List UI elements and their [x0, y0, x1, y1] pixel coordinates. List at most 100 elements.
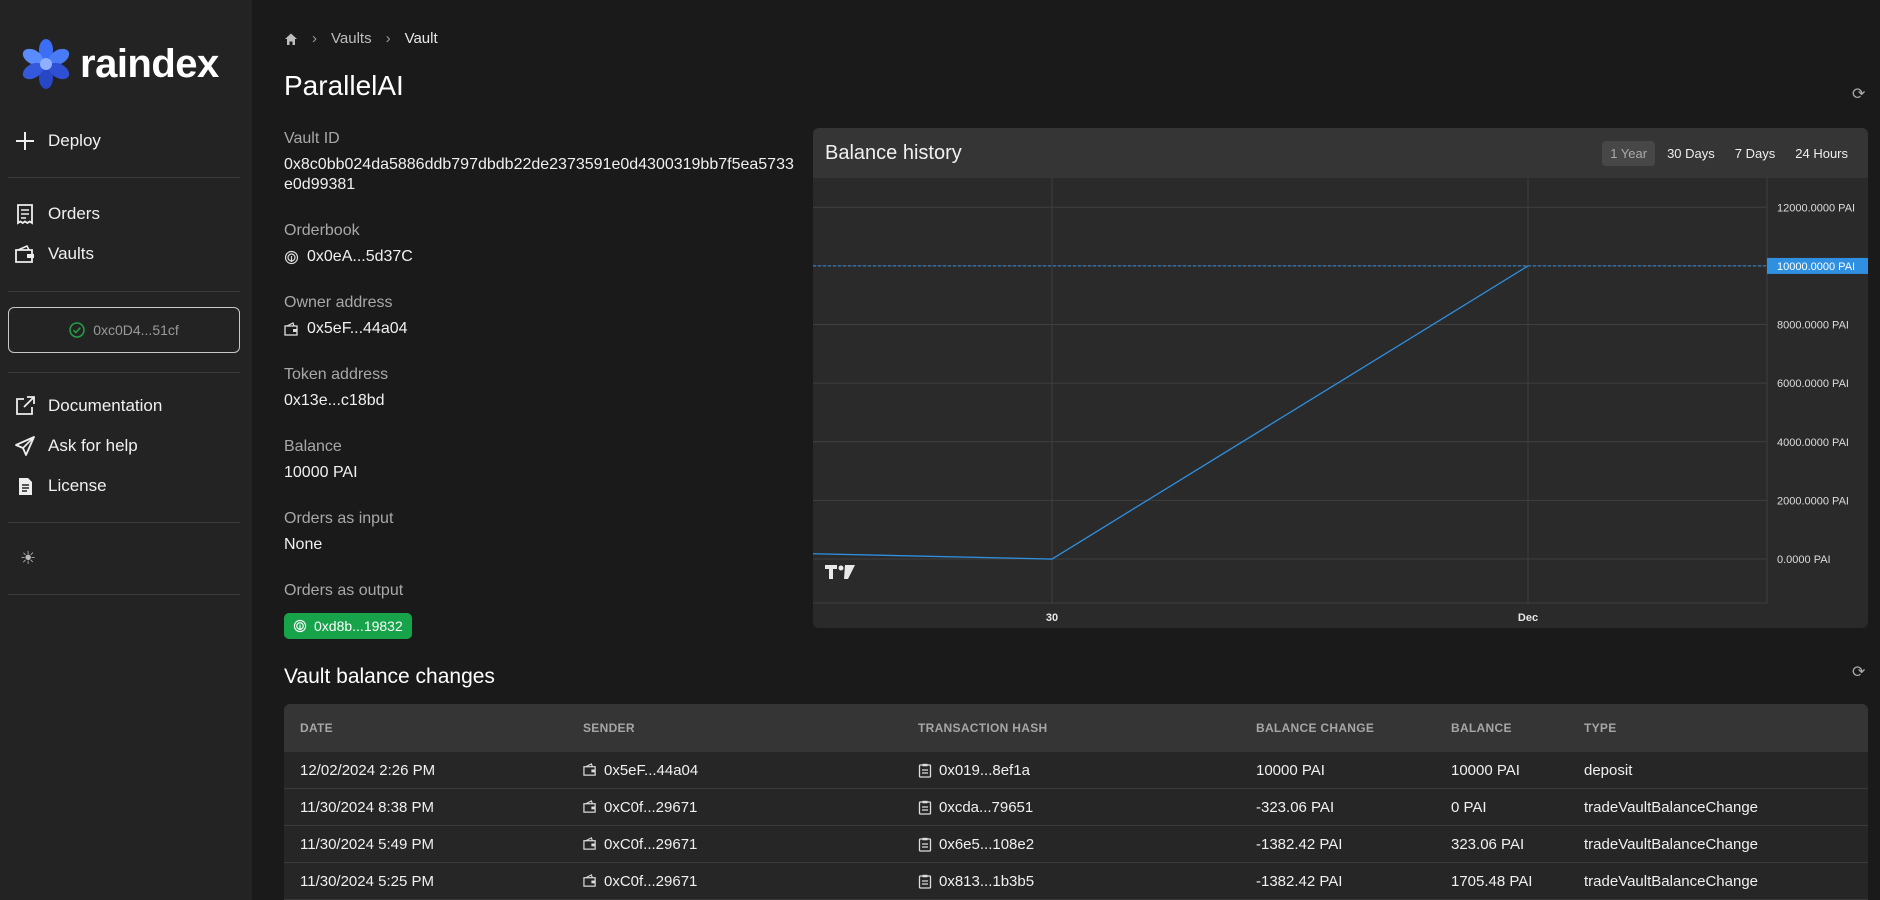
document-icon	[19, 478, 32, 495]
range-30-days[interactable]: 30 Days	[1659, 141, 1723, 166]
home-icon[interactable]	[284, 32, 298, 46]
chart-plot[interactable]: 12000.0000 PAI 8000.0000 PAI 6000.0000 PAI…	[813, 178, 1868, 628]
cell-balance-change: -323.06 PAI	[1246, 799, 1441, 816]
range-7-days[interactable]: 7 Days	[1727, 141, 1783, 166]
breadcrumb-current: Vault	[404, 30, 438, 47]
cell-balance-change-text: -323.06 PAI	[1256, 798, 1335, 816]
cell-hash-text: 0x019...8ef1a	[939, 761, 1030, 779]
order-output-badge[interactable]: 0xd8b...19832	[284, 613, 412, 639]
y-tick-label: 4000.0000 PAI	[1777, 437, 1849, 449]
sidebar-item-help[interactable]: Ask for help	[14, 432, 138, 460]
clipboard-icon	[918, 763, 932, 778]
table-row[interactable]: 11/30/2024 8:38 PM 0xC0f...29671 0xcda...7…	[284, 789, 1868, 826]
section-title: Vault balance changes	[284, 665, 495, 688]
cell-type: tradeVaultBalanceChange	[1574, 799, 1758, 816]
header-balance: BALANCE	[1451, 721, 1512, 735]
cell-hash[interactable]: 0x6e5...108e2	[908, 836, 1246, 853]
range-1-year[interactable]: 1 Year	[1602, 140, 1656, 166]
order-output-label: 0xd8b...19832	[314, 618, 403, 634]
token-label: Token address	[284, 366, 389, 383]
cell-balance-change: -1382.42 PAI	[1246, 836, 1441, 853]
current-value-label: 10000.0000 PAI	[1777, 261, 1855, 273]
wallet-icon	[583, 800, 596, 813]
wallet-icon	[583, 763, 596, 776]
logo[interactable]: raindex	[22, 36, 219, 92]
cell-sender[interactable]: 0xC0f...29671	[569, 836, 908, 853]
cell-date-text: 11/30/2024 5:49 PM	[300, 835, 434, 853]
sidebar-item-documentation[interactable]: Documentation	[14, 392, 162, 420]
range-24-hours[interactable]: 24 Hours	[1787, 141, 1856, 166]
cell-hash-text: 0x813...1b3b5	[939, 872, 1035, 890]
cell-balance-change-text: -1382.42 PAI	[1256, 872, 1343, 890]
clipboard-icon	[918, 800, 932, 815]
theme-toggle-sun-icon[interactable]: ☀	[20, 548, 36, 569]
refresh-icon[interactable]: ⟳	[1852, 662, 1865, 682]
cell-sender-text: 0x5eF...44a04	[604, 761, 699, 779]
table-row[interactable]: 11/30/2024 5:25 PM 0xC0f...29671 0x813...1…	[284, 863, 1868, 900]
cell-type: tradeVaultBalanceChange	[1574, 873, 1758, 890]
cell-hash[interactable]: 0x813...1b3b5	[908, 873, 1246, 890]
refresh-icon[interactable]: ⟳	[1852, 84, 1865, 104]
sidebar-item-label: Orders	[48, 204, 100, 223]
cell-date-text: 11/30/2024 5:25 PM	[300, 872, 434, 890]
y-tick-label: 6000.0000 PAI	[1777, 378, 1849, 390]
x-tick-label: 30	[1046, 612, 1058, 624]
divider	[8, 372, 240, 373]
clipboard-icon	[918, 837, 932, 852]
header-date: DATE	[300, 721, 333, 735]
orders-input-label: Orders as input	[284, 510, 394, 527]
cell-balance-text: 10000 PAI	[1451, 761, 1520, 779]
cell-sender[interactable]: 0xC0f...29671	[569, 873, 908, 890]
divider	[8, 291, 240, 292]
table-row[interactable]: 12/02/2024 2:26 PM 0x5eF...44a04 0x019...8…	[284, 752, 1868, 789]
wallet-icon	[583, 837, 596, 850]
table-row[interactable]: 11/30/2024 5:49 PM 0xC0f...29671 0x6e5...1…	[284, 826, 1868, 863]
plus-icon	[16, 132, 34, 150]
sidebar-item-orders[interactable]: Orders	[14, 200, 100, 228]
main-content: › Vaults › Vault ParallelAI ⟳ Vault ID 0…	[252, 0, 1880, 900]
vault-id-value: 0x8c0bb024da5886ddb797dbdb22de2373591e0d…	[284, 156, 794, 193]
cell-balance: 1705.48 PAI	[1441, 873, 1574, 890]
cell-balance-text: 1705.48 PAI	[1451, 872, 1533, 890]
cell-date: 12/02/2024 2:26 PM	[284, 762, 569, 779]
breadcrumb-vaults[interactable]: Vaults	[331, 30, 372, 47]
cell-date-text: 11/30/2024 8:38 PM	[300, 798, 434, 816]
plot-area	[813, 178, 1767, 603]
cell-hash[interactable]: 0xcda...79651	[908, 799, 1246, 816]
divider	[8, 177, 240, 178]
y-tick-label: 0.0000 PAI	[1777, 554, 1831, 566]
owner-value[interactable]: 0x5eF...44a04	[284, 320, 408, 338]
receipt-icon	[17, 204, 33, 225]
cell-type-text: deposit	[1584, 761, 1633, 779]
orderbook-label: Orderbook	[284, 222, 360, 239]
cell-hash[interactable]: 0x019...8ef1a	[908, 762, 1246, 779]
sidebar-item-vaults[interactable]: Vaults	[14, 240, 94, 268]
clipboard-icon	[918, 874, 932, 889]
cell-type: tradeVaultBalanceChange	[1574, 836, 1758, 853]
cell-date-text: 12/02/2024 2:26 PM	[300, 761, 436, 779]
x-tick-label: Dec	[1518, 612, 1538, 624]
sidebar-item-license[interactable]: License	[14, 472, 107, 500]
cell-date: 11/30/2024 5:49 PM	[284, 836, 569, 853]
sidebar-item-label: Vaults	[48, 244, 94, 263]
chevron-right-icon: ›	[312, 30, 317, 47]
connected-wallet-button[interactable]: 0xc0D4...51cf	[8, 307, 240, 353]
cell-sender[interactable]: 0x5eF...44a04	[569, 762, 908, 779]
cell-sender-text: 0xC0f...29671	[604, 835, 698, 853]
cell-balance: 10000 PAI	[1441, 762, 1574, 779]
cell-type-text: tradeVaultBalanceChange	[1584, 835, 1759, 853]
cell-balance-change-text: -1382.42 PAI	[1256, 835, 1343, 853]
vault-id-label: Vault ID	[284, 130, 340, 147]
sidebar-item-deploy[interactable]: Deploy	[14, 127, 101, 155]
cell-type-text: tradeVaultBalanceChange	[1584, 798, 1759, 816]
y-tick-label: 2000.0000 PAI	[1777, 495, 1849, 507]
cell-balance-text: 323.06 PAI	[1451, 835, 1525, 853]
wallet-icon	[15, 244, 34, 263]
orderbook-value[interactable]: 0x0eA...5d37C	[284, 248, 413, 266]
chevron-right-icon: ›	[385, 30, 391, 47]
cell-balance: 323.06 PAI	[1441, 836, 1574, 853]
cell-sender[interactable]: 0xC0f...29671	[569, 799, 908, 816]
fingerprint-icon	[284, 250, 299, 264]
wallet-icon	[284, 321, 298, 336]
token-value[interactable]: 0x13e...c18bd	[284, 392, 385, 410]
